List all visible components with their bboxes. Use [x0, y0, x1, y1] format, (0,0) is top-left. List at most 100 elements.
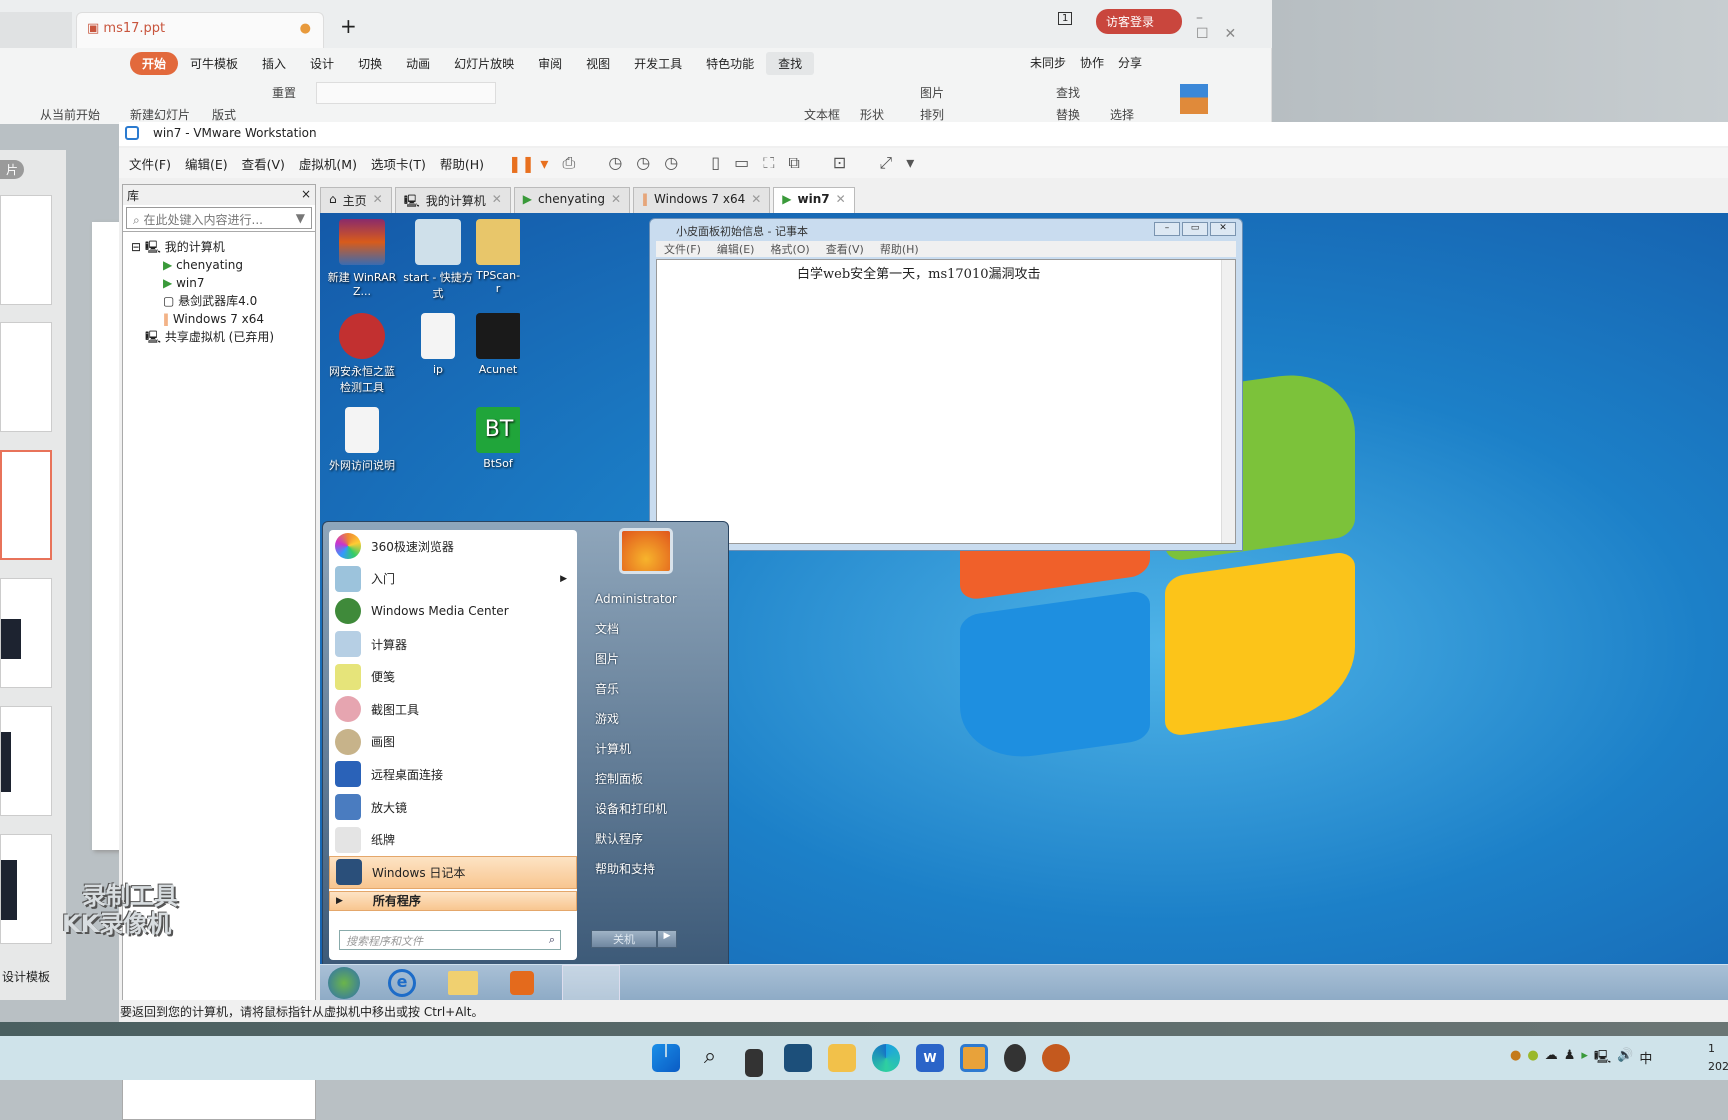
- doc-tab[interactable]: ▣ ms17.ppt ●: [76, 12, 324, 48]
- all-programs-button[interactable]: ▶ 所有程序: [329, 890, 577, 911]
- link-documents[interactable]: 文档: [585, 614, 725, 644]
- vm-screen[interactable]: 新建 WinRAR Z... start - 快捷方式 TPScan-r 网安永…: [320, 213, 1728, 1000]
- menu-tabs[interactable]: 选项卡(T): [371, 154, 426, 173]
- tab-design[interactable]: 设计: [298, 52, 346, 75]
- tray-app-icon[interactable]: ●: [1527, 1048, 1538, 1070]
- program-snipping-tool[interactable]: 截图工具: [329, 693, 577, 726]
- program-calculator[interactable]: 计算器: [329, 628, 577, 661]
- tray-app-icon[interactable]: ●: [1510, 1048, 1521, 1070]
- tab-chenyating[interactable]: ▶ chenyating ✕: [513, 187, 631, 213]
- link-games[interactable]: 游戏: [585, 704, 725, 734]
- tray-cloud-icon[interactable]: ☁: [1545, 1048, 1558, 1070]
- menu-view[interactable]: 查看(V): [242, 154, 285, 173]
- menu-edit[interactable]: 编辑(E): [185, 154, 228, 173]
- tab-features[interactable]: 特色功能: [694, 52, 766, 75]
- desktop-icon-ip[interactable]: ip: [400, 313, 476, 376]
- tab-my-computer[interactable]: 🖳 我的计算机 ✕: [394, 187, 511, 213]
- tab-review[interactable]: 审阅: [526, 52, 574, 75]
- menu-vm[interactable]: 虚拟机(M): [299, 154, 357, 173]
- taskbar-notepad[interactable]: [562, 965, 620, 1000]
- link-computer[interactable]: 计算机: [585, 734, 725, 764]
- slide-thumb[interactable]: [0, 195, 52, 305]
- slide-thumb[interactable]: [0, 834, 52, 944]
- desktop-icon-readme[interactable]: 外网访问说明: [324, 407, 400, 473]
- tray-expand-icon[interactable]: ▸: [1581, 1048, 1588, 1070]
- minimize-button[interactable]: –: [1154, 222, 1180, 236]
- notepad-text-area[interactable]: 白学web安全第一天，ms17010漏洞攻击: [656, 259, 1236, 544]
- shutdown-options-arrow-icon[interactable]: ▶: [657, 930, 677, 948]
- close-button[interactable]: ✕: [1210, 222, 1236, 236]
- desktop-icon-btsoft[interactable]: BT BtSof: [476, 407, 520, 470]
- network-icon[interactable]: 🖳: [1594, 1048, 1611, 1070]
- tab-view[interactable]: 视图: [574, 52, 622, 75]
- tree-vm-win7[interactable]: ▶ win7: [123, 274, 315, 292]
- ime-indicator[interactable]: 中: [1639, 1048, 1652, 1070]
- desktop-icon-start-shortcut[interactable]: start - 快捷方式: [400, 219, 476, 301]
- search-icon[interactable]: ⌕: [696, 1044, 724, 1072]
- start-button[interactable]: [328, 967, 360, 999]
- menu-file[interactable]: 文件(F): [129, 154, 171, 173]
- maximize-button[interactable]: ▭: [1182, 222, 1208, 236]
- scrollbar[interactable]: [1221, 260, 1235, 543]
- tab-slideshow[interactable]: 幻灯片放映: [442, 52, 526, 75]
- tree-vm-win7x64[interactable]: ‖ Windows 7 x64: [123, 310, 315, 328]
- pause-icon[interactable]: ❚❚ ▾: [508, 154, 548, 173]
- link-music[interactable]: 音乐: [585, 674, 725, 704]
- vmware-icon[interactable]: [960, 1044, 988, 1072]
- desktop-icon-tpscan[interactable]: TPScan-r: [476, 219, 520, 295]
- collab-button[interactable]: 协作: [1080, 54, 1104, 71]
- tab-home[interactable]: 开始: [130, 51, 179, 75]
- edge-icon[interactable]: [872, 1044, 900, 1072]
- program-windows-journal[interactable]: Windows 日记本: [329, 855, 577, 889]
- shutdown-button[interactable]: 关机: [591, 930, 657, 948]
- link-devices-printers[interactable]: 设备和打印机: [585, 794, 725, 824]
- design-template-link[interactable]: 设计模板: [2, 968, 50, 985]
- link-default-programs[interactable]: 默认程序: [585, 824, 725, 854]
- link-help-support[interactable]: 帮助和支持: [585, 854, 725, 884]
- link-administrator[interactable]: Administrator: [585, 584, 725, 614]
- file-explorer-icon[interactable]: [828, 1044, 856, 1072]
- tab-home[interactable]: ⌂ 主页 ✕: [320, 187, 392, 213]
- tree-vm-xuanjian[interactable]: ▢ 悬剑武器库4.0: [123, 292, 315, 310]
- link-pictures[interactable]: 图片: [585, 644, 725, 674]
- wps-icon[interactable]: W: [916, 1044, 944, 1072]
- tab-transition[interactable]: 切换: [346, 52, 394, 75]
- tab-insert[interactable]: 插入: [250, 52, 298, 75]
- start-search-input[interactable]: 搜索程序和文件 ⌕: [339, 930, 561, 950]
- np-menu-format[interactable]: 格式(O): [770, 241, 809, 257]
- ie-icon[interactable]: e: [388, 969, 416, 997]
- app-icon-mouse[interactable]: [1004, 1044, 1026, 1072]
- tab-windows7x64[interactable]: ‖ Windows 7 x64 ✕: [633, 187, 771, 213]
- dropdown-icon[interactable]: ▼: [296, 211, 305, 225]
- program-getting-started[interactable]: 入门 ▶: [329, 563, 577, 596]
- share-button[interactable]: 分享: [1118, 54, 1142, 71]
- tab-developer[interactable]: 开发工具: [622, 52, 694, 75]
- kk-recorder-icon[interactable]: [1042, 1044, 1070, 1072]
- desktop-icon-eternalblue-checker[interactable]: 网安永恒之蓝检测工具: [324, 313, 400, 395]
- desktop-icon-winrar[interactable]: 新建 WinRAR Z...: [324, 219, 400, 298]
- program-media-center[interactable]: Windows Media Center: [329, 595, 577, 628]
- visitor-login-button[interactable]: 访客登录: [1096, 9, 1183, 34]
- media-player-icon[interactable]: [510, 971, 534, 995]
- task-view-icon[interactable]: [745, 1049, 763, 1077]
- slide-thumb[interactable]: [0, 578, 52, 688]
- tab-templates[interactable]: 可牛模板: [178, 52, 250, 75]
- link-control-panel[interactable]: 控制面板: [585, 764, 725, 794]
- from-current-button[interactable]: 从当前开始: [40, 106, 100, 152]
- np-menu-edit[interactable]: 编辑(E): [717, 241, 755, 257]
- slide-thumb-selected[interactable]: [0, 450, 52, 560]
- library-close-button[interactable]: ×: [301, 187, 311, 203]
- program-remote-desktop[interactable]: 远程桌面连接: [329, 758, 577, 791]
- library-search-input[interactable]: ⌕ 在此处键入内容进行... ▼: [126, 207, 312, 229]
- window-controls[interactable]: –☐✕: [1196, 10, 1272, 42]
- new-tab-button[interactable]: +: [340, 14, 357, 38]
- tray-qq-icon[interactable]: ♟: [1564, 1048, 1576, 1070]
- windows-start-icon[interactable]: [652, 1044, 680, 1072]
- explorer-icon[interactable]: [448, 971, 478, 995]
- desktop-icon-acunetix[interactable]: Acunet: [476, 313, 520, 376]
- tree-my-computer[interactable]: ⊟ 🖳 我的计算机: [123, 238, 315, 256]
- font-select[interactable]: [316, 82, 496, 104]
- np-menu-help[interactable]: 帮助(H): [880, 241, 919, 257]
- tab-animation[interactable]: 动画: [394, 52, 442, 75]
- menu-help[interactable]: 帮助(H): [440, 154, 484, 173]
